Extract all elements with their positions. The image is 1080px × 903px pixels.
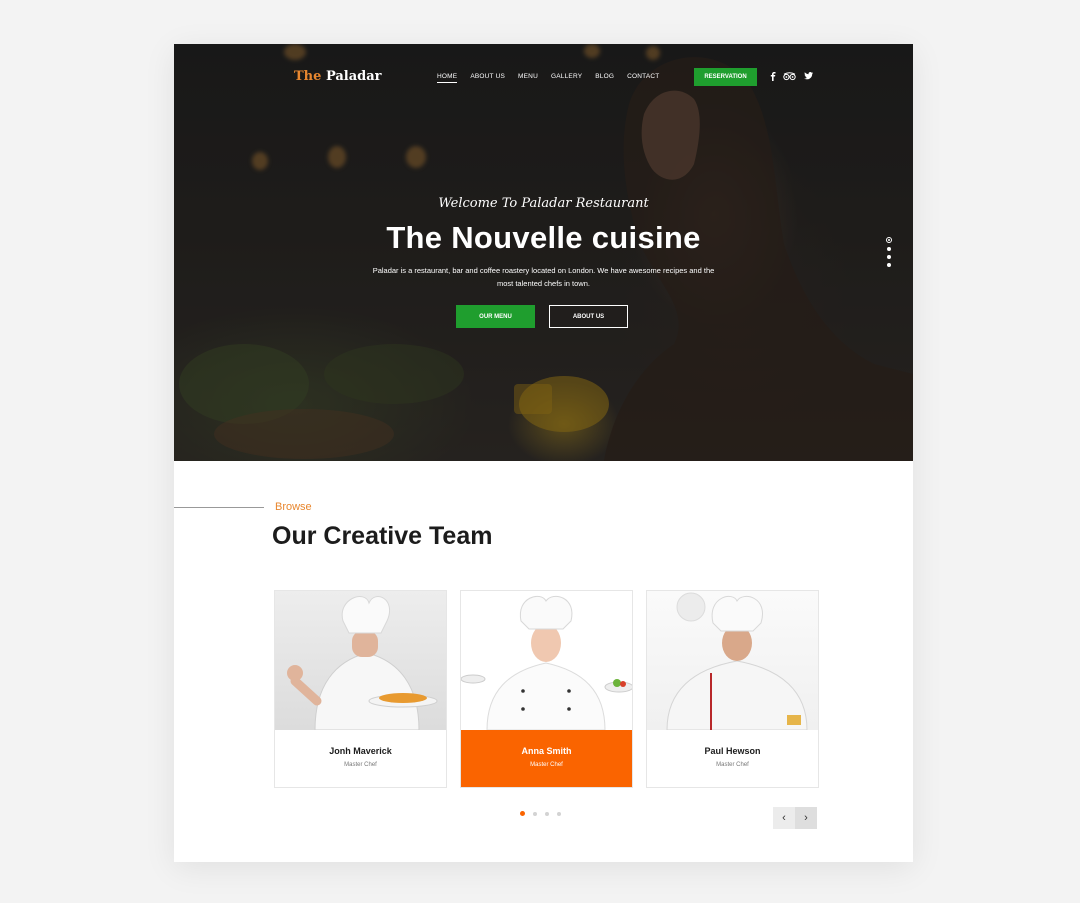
chef-illustration — [666, 592, 808, 730]
section-divider — [174, 507, 264, 508]
team-card-info: Paul Hewson Master Chef — [647, 730, 818, 787]
logo-prefix: The — [294, 69, 322, 84]
hero-slider-dots — [886, 237, 892, 267]
chevron-left-icon: ‹ — [782, 812, 786, 824]
pager-dot-3[interactable] — [545, 811, 549, 816]
our-menu-button[interactable]: OUR MENU — [456, 305, 535, 328]
nav-item-blog[interactable]: BLOG — [595, 73, 614, 83]
slider-dot-2[interactable] — [887, 247, 891, 251]
chef-illustration — [287, 596, 438, 730]
section-eyebrow: Browse — [275, 501, 312, 513]
hero-title: The Nouvelle cuisine — [386, 220, 701, 255]
chef-photo — [461, 591, 632, 730]
facebook-icon[interactable] — [770, 72, 776, 81]
slider-dot-4[interactable] — [887, 263, 891, 267]
pager-dot-4[interactable] — [557, 811, 561, 816]
team-pager — [520, 811, 561, 816]
site-logo[interactable]: The Paladar — [294, 69, 382, 84]
chevron-right-icon: › — [804, 812, 808, 824]
team-member-name: Paul Hewson — [704, 746, 761, 756]
nav-item-home[interactable]: HOME — [437, 73, 458, 83]
twitter-icon[interactable] — [804, 72, 813, 80]
about-us-button[interactable]: ABOUT US — [549, 305, 628, 328]
pager-dot-2[interactable] — [533, 811, 537, 816]
prev-arrow-button[interactable]: ‹ — [773, 807, 795, 829]
next-arrow-button[interactable]: › — [795, 807, 817, 829]
team-card-jonh-maverick[interactable]: Jonh Maverick Master Chef — [274, 590, 447, 788]
chef-photo — [647, 591, 818, 730]
team-card-paul-hewson[interactable]: Paul Hewson Master Chef — [646, 590, 819, 788]
team-member-name: Jonh Maverick — [329, 746, 392, 756]
team-member-role: Master Chef — [716, 762, 749, 768]
nav-item-contact[interactable]: CONTACT — [627, 73, 659, 83]
team-member-name: Anna Smith — [521, 746, 572, 756]
team-card-anna-smith[interactable]: Anna Smith Master Chef — [460, 590, 633, 788]
tripadvisor-icon[interactable] — [783, 72, 796, 81]
logo-name: Paladar — [325, 69, 382, 84]
nav-item-gallery[interactable]: GALLERY — [551, 73, 582, 83]
team-card-info: Anna Smith Master Chef — [461, 730, 632, 787]
chef-illustration — [461, 596, 632, 730]
nav-item-menu[interactable]: MENU — [518, 73, 538, 83]
hero-welcome-text: Welcome To Paladar Restaurant — [438, 196, 649, 211]
hero-section: The Paladar HOME ABOUT US MENU GALLERY B… — [174, 44, 913, 461]
hero-description: Paladar is a restaurant, bar and coffee … — [372, 266, 715, 288]
pager-dot-1[interactable] — [520, 811, 525, 816]
main-nav: HOME ABOUT US MENU GALLERY BLOG CONTACT — [437, 73, 672, 83]
nav-item-about-us[interactable]: ABOUT US — [470, 73, 505, 83]
team-card-info: Jonh Maverick Master Chef — [275, 730, 446, 787]
reservation-button[interactable]: RESERVATION — [694, 68, 757, 86]
chef-photo — [275, 591, 446, 730]
page: The Paladar HOME ABOUT US MENU GALLERY B… — [174, 44, 913, 862]
slider-dot-1[interactable] — [886, 237, 892, 243]
slider-dot-3[interactable] — [887, 255, 891, 259]
team-member-role: Master Chef — [344, 762, 377, 768]
team-member-role: Master Chef — [530, 762, 563, 768]
section-title: Our Creative Team — [272, 522, 493, 550]
